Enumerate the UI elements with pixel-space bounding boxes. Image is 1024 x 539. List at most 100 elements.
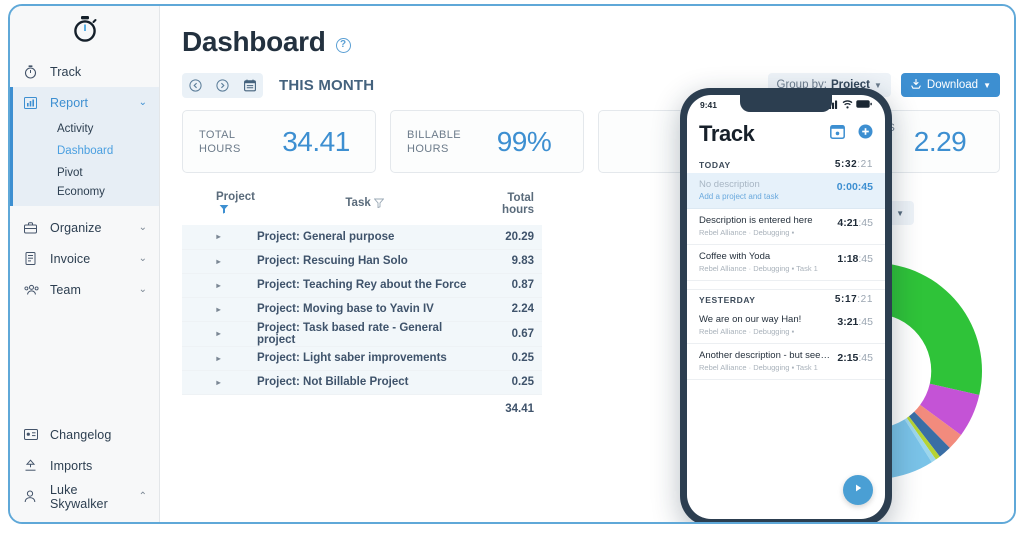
time-entry-row[interactable]: No description Add a project and task 0:00… [687,173,885,209]
table-row[interactable]: ▸ Project: Light saber improvements 0.25 [182,346,542,371]
play-button[interactable] [843,475,873,505]
expand-row-icon[interactable]: ▸ [182,249,255,274]
cell-total-hours: 0.67 [474,321,542,347]
sidebar-subitem-label: Dashboard [57,145,114,157]
sidebar-item-invoice[interactable]: Invoice ⌄ [10,243,159,274]
day-label: YESTERDAY [699,294,756,305]
question-mark-icon[interactable]: ? [335,37,351,53]
download-label: Download [926,79,979,91]
briefcase-icon [24,221,44,234]
sidebar-item-label: Report [50,95,89,110]
chevron-down-icon: ⌄ [138,222,147,233]
time-entry-row[interactable]: Another description - but seems to… Rebel… [687,344,885,380]
cell-grand-total: 34.41 [474,394,542,424]
phone-title: Track [699,121,755,146]
column-header-task[interactable]: Task [255,187,474,225]
table-row[interactable]: ▸ Project: General purpose 20.29 [182,225,542,250]
chevron-down-icon: ▼ [983,80,991,90]
table-body: ▸ Project: General purpose 20.29 ▸ Project: … [182,225,542,424]
main-content: Dashboard ? THIS MONTH Group by: Project… [160,6,1014,522]
chevron-down-icon: ▼ [896,208,904,218]
sidebar-subitem-pivot[interactable]: Pivot [13,162,159,184]
sidebar-item-label: Team [50,282,81,297]
entry-project-task: Rebel Alliance · Debugging ▪ Task 1 [699,264,818,273]
chevron-right-circle-icon[interactable] [209,73,236,98]
cell-project: Project: Light saber improvements [255,346,475,371]
table-row[interactable]: ▸ Project: Not Billable Project 0.25 [182,370,542,395]
table-row[interactable]: ▸ Project: Rescuing Han Solo 9.83 [182,249,542,274]
phone-screen: 9:41 Track TODAY 5:32:21 No description … [687,95,885,519]
download-icon [910,78,922,93]
user-icon [24,490,44,503]
phone-header-actions [830,124,873,144]
entry-duration: 1:18:45 [837,253,873,265]
entry-description: We are on our way Han! [699,314,802,325]
cell-project: Project: General purpose [255,225,475,250]
cell-project: Project: Rescuing Han Solo [255,249,475,274]
cell-project: Project: Teaching Rey about the Force [255,273,475,298]
table-row[interactable]: ▸ Project: Task based rate - General proj… [182,321,542,347]
invoice-icon [24,252,44,265]
sidebar-subitem-activity[interactable]: Activity [13,118,159,140]
entry-duration: 2:15:45 [837,352,873,364]
sidebar-bottom-nav: Changelog Imports Luke Skywalker ⌃ [10,419,159,522]
phone-header: Track [687,115,885,155]
stat-value: 2.29 [913,125,967,157]
sidebar-item-label: Organize [50,220,102,235]
stat-card-total-hours: TOTAL HOURS 34.41 [182,110,376,173]
expand-row-icon[interactable]: ▸ [182,321,255,347]
cell-project: Project: Moving base to Yavin IV [255,297,475,322]
sidebar-item-track[interactable]: Track [10,56,159,87]
sidebar-subitem-label: Economy [57,186,105,198]
changelog-icon [24,429,44,440]
entry-text: No description Add a project and task [699,179,831,201]
table-total-row: 34.41 [182,394,542,424]
cell-project: Project: Not Billable Project [255,370,475,395]
sidebar-item-organize[interactable]: Organize ⌄ [10,212,159,243]
expand-row-icon[interactable]: ▸ [182,273,255,298]
day-separator [687,281,885,290]
phone-notch [740,95,832,112]
cell-total-hours: 2.24 [474,297,542,322]
sidebar-item-label: Changelog [50,427,112,442]
filter-icon-active[interactable] [219,204,229,217]
expand-row-icon[interactable]: ▸ [182,346,255,371]
app-logo[interactable] [10,6,159,56]
sidebar-item-team[interactable]: Team ⌄ [10,274,159,305]
sidebar-item-changelog[interactable]: Changelog [10,419,159,450]
table-row[interactable]: ▸ Project: Moving base to Yavin IV 2.24 [182,297,542,322]
status-icons [826,99,872,111]
plus-circle-icon[interactable] [858,124,873,144]
table-row[interactable]: ▸ Project: Teaching Rey about the Force 0.… [182,273,542,298]
entry-description: Coffee with Yoda [699,251,771,262]
filter-icon[interactable] [373,198,385,211]
date-navigator [182,72,263,98]
time-entry-row[interactable]: We are on our way Han! Rebel Alliance · D… [687,308,885,344]
sidebar-item-user[interactable]: Luke Skywalker ⌃ [10,481,159,512]
entry-project-task: Rebel Alliance · Debugging ▪ [699,228,795,237]
expand-row-icon[interactable]: ▸ [182,297,255,322]
sidebar-subitem-dashboard[interactable]: Dashboard [13,140,159,162]
expand-row-icon[interactable]: ▸ [182,225,255,250]
bar-chart-icon [24,96,44,109]
sidebar-item-report[interactable]: Report ⌄ [13,87,159,118]
calendar-icon[interactable] [236,73,263,98]
sidebar-item-label: Track [50,64,82,79]
entry-text: We are on our way Han! Rebel Alliance · D… [699,314,831,336]
column-header-project[interactable]: Project [182,187,255,225]
sidebar-item-imports[interactable]: Imports [10,450,159,481]
stat-label: BILLABLE HOURS [407,128,461,155]
chevron-down-icon: ▼ [874,80,882,90]
download-button[interactable]: Download ▼ [900,73,1000,97]
time-entry-row[interactable]: Coffee with Yoda Rebel Alliance · Debuggi… [687,245,885,281]
app-window: Track Report ⌄ Activity Dashboard Pivot … [8,4,1016,524]
entry-duration: 3:21:45 [837,316,873,328]
chevron-left-circle-icon[interactable] [182,73,209,98]
expand-row-icon[interactable]: ▸ [182,370,255,395]
time-entry-row[interactable]: Description is entered here Rebel Allianc… [687,209,885,245]
sidebar-subitem-label: Activity [57,123,94,135]
entry-text: Another description - but seems to… Rebel… [699,350,831,372]
sidebar-subitem-economy[interactable]: Economy [13,184,159,206]
day-total: 5:17:21 [834,294,873,305]
calendar-icon[interactable] [830,124,845,144]
